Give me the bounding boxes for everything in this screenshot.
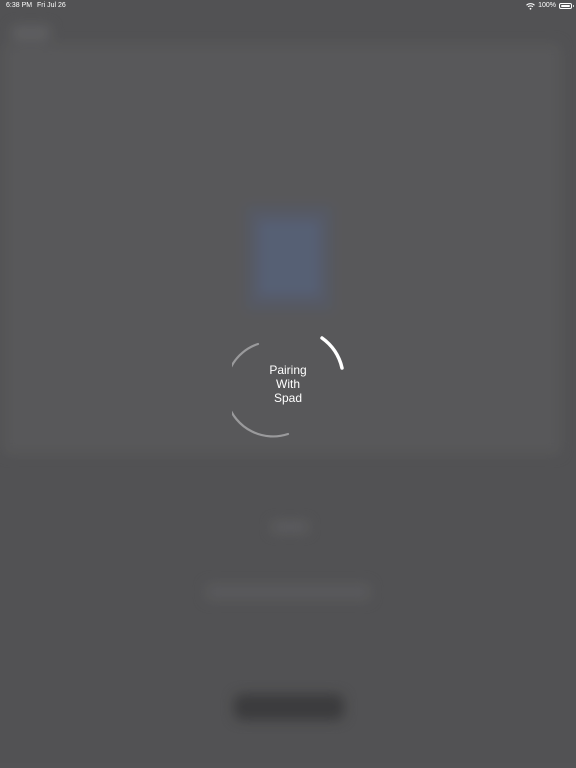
battery-percent: 100% bbox=[538, 2, 556, 9]
battery-fill bbox=[561, 5, 570, 7]
wifi-icon bbox=[526, 2, 535, 10]
status-right-group: 100% bbox=[526, 0, 574, 12]
pairing-status-label: Pairing With Spad bbox=[238, 363, 338, 405]
pairing-screen: 6:38 PM Fri Jul 26 100% Pairing With Spa… bbox=[0, 0, 576, 768]
status-bar: 6:38 PM Fri Jul 26 100% bbox=[0, 0, 576, 12]
pairing-label-line3: Spad bbox=[273, 391, 303, 405]
status-time: 6:38 PM bbox=[6, 2, 33, 9]
pairing-label-line2: With bbox=[276, 377, 300, 391]
status-date: Fri Jul 26 bbox=[37, 2, 66, 9]
pairing-label-line1: Pairing bbox=[269, 363, 307, 377]
battery-icon bbox=[559, 3, 574, 9]
